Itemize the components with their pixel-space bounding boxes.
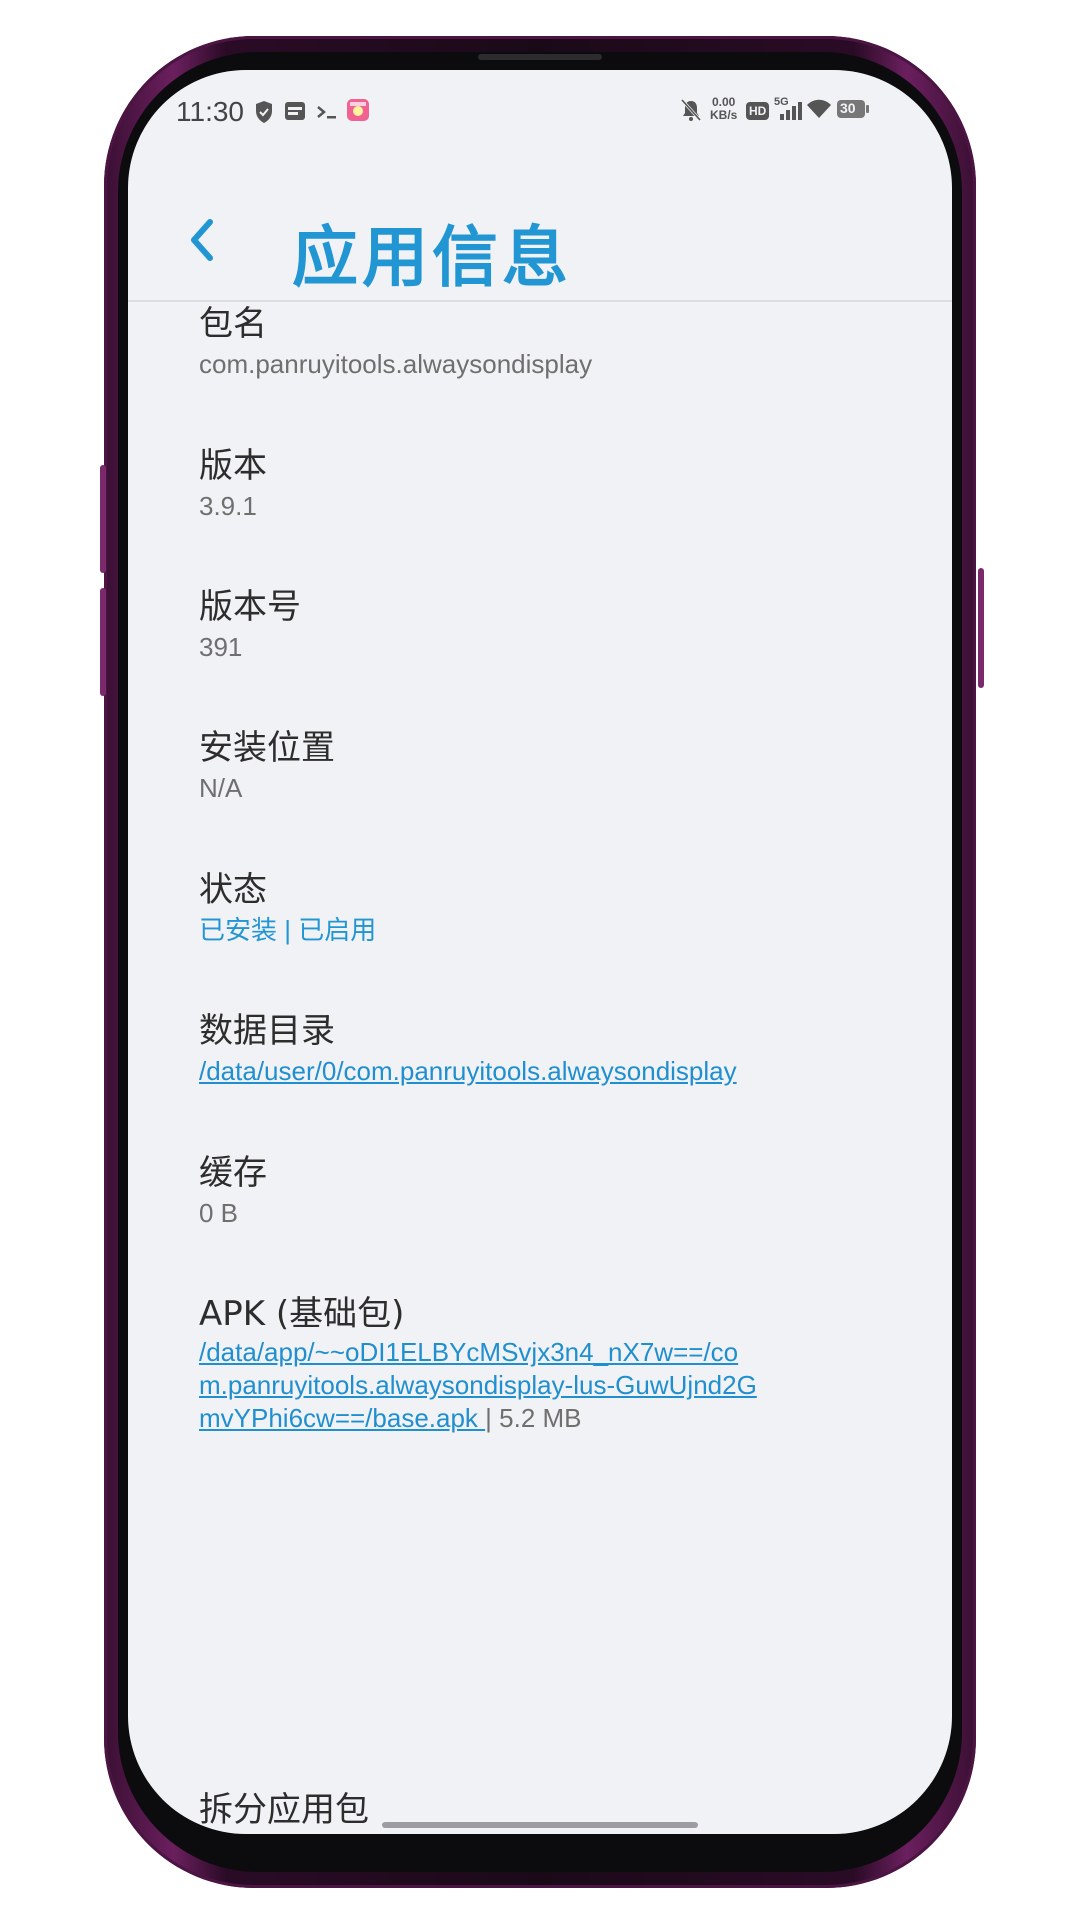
data-directory-link[interactable]: /data/user/0/com.panruyitools.alwaysondi… <box>199 1056 737 1086</box>
version-value: 3.9.1 <box>199 491 257 521</box>
cache-row[interactable]: 缓存 0 B <box>199 1151 899 1229</box>
data-directory-row[interactable]: 数据目录 /data/user/0/com.panruyitools.alway… <box>199 1009 919 1087</box>
package-name-value: com.panruyitools.alwaysondisplay <box>199 349 593 379</box>
screen: 11:30 0.00 KB/s HD 5G 30 应用信息 包名 com.pan… <box>128 70 952 1834</box>
mute-bell-icon <box>680 98 702 126</box>
status-bar: 11:30 0.00 KB/s HD 5G 30 <box>128 70 952 154</box>
apk-path-link[interactable]: /data/app/~~oDI1ELBYcMSvjx3n4_nX7w==/com… <box>199 1337 757 1433</box>
status-row[interactable]: 状态 已安装 | 已启用 <box>199 868 899 946</box>
version-code-row[interactable]: 版本号 391 <box>199 585 899 663</box>
chevron-left-icon[interactable] <box>188 218 216 266</box>
package-name-label: 包名 <box>199 304 267 344</box>
hd-label: HD <box>746 102 770 120</box>
battery-level: 30 <box>840 100 856 116</box>
cache-label: 缓存 <box>199 1153 267 1193</box>
power-button <box>978 568 984 688</box>
app-notification-icon <box>346 98 370 126</box>
sim-card-icon <box>284 100 306 126</box>
volume-up-button <box>100 465 106 573</box>
apk-path-block: /data/app/~~oDI1ELBYcMSvjx3n4_nX7w==/com… <box>199 1336 763 1435</box>
network-speed: 0.00 KB/s <box>710 96 737 122</box>
signal-icon: 5G <box>774 96 802 128</box>
earpiece-speaker <box>478 54 602 60</box>
app-header: 应用信息 <box>128 180 952 302</box>
battery-icon: 30 <box>836 98 870 124</box>
split-apk-label: 拆分应用包 <box>199 1790 369 1830</box>
home-indicator[interactable] <box>382 1822 698 1828</box>
apk-row[interactable]: APK (基础包) /data/app/~~oDI1ELBYcMSvjx3n4_… <box>199 1292 763 1435</box>
install-location-row[interactable]: 安装位置 N/A <box>199 726 899 804</box>
signal-label: 5G <box>774 96 789 108</box>
install-location-value: N/A <box>199 773 243 803</box>
shield-icon <box>254 100 274 128</box>
volume-down-button <box>100 588 106 696</box>
version-label: 版本 <box>199 446 267 486</box>
wifi-icon <box>806 98 832 124</box>
cache-value: 0 B <box>199 1198 239 1228</box>
page-title: 应用信息 <box>292 219 572 296</box>
version-code-value: 391 <box>199 632 243 662</box>
hd-icon: HD <box>746 100 770 120</box>
package-name-row[interactable]: 包名 com.panruyitools.alwaysondisplay <box>199 302 899 380</box>
status-time: 11:30 <box>176 96 244 127</box>
apk-label: APK (基础包) <box>199 1294 405 1334</box>
network-speed-unit: KB/s <box>710 108 738 122</box>
version-code-label: 版本号 <box>199 587 301 627</box>
data-directory-label: 数据目录 <box>199 1011 335 1051</box>
install-location-label: 安装位置 <box>199 728 335 768</box>
status-label: 状态 <box>199 870 267 910</box>
status-value: 已安装 | 已启用 <box>199 915 377 945</box>
terminal-icon <box>316 102 338 126</box>
version-row[interactable]: 版本 3.9.1 <box>199 444 899 522</box>
apk-size: | 5.2 MB <box>485 1403 582 1433</box>
